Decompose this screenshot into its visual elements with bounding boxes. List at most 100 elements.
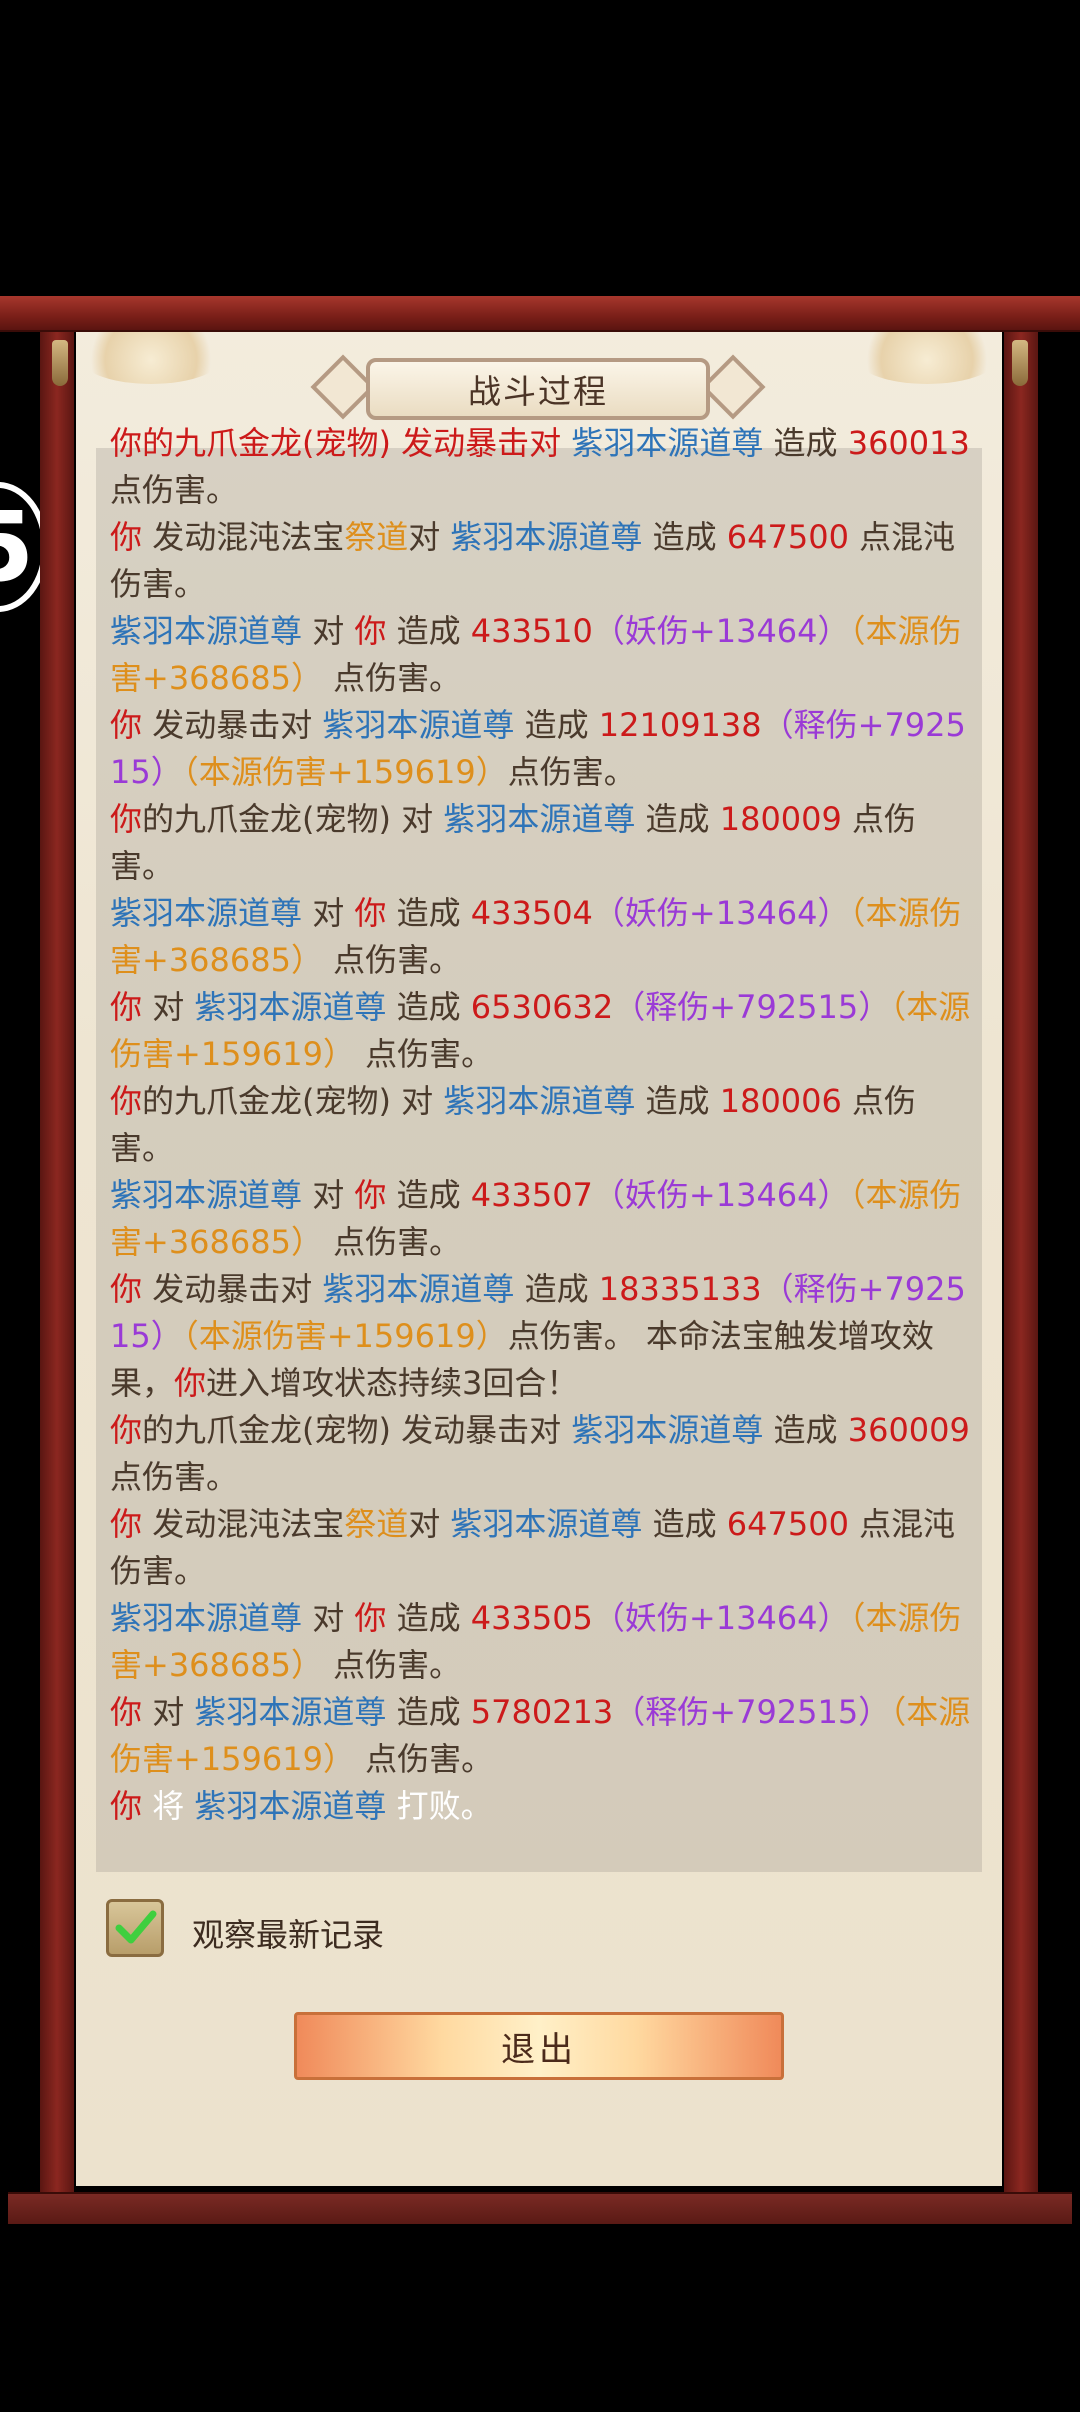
log-segment: 点伤害。 (507, 753, 636, 791)
log-segment: 将 (142, 1787, 195, 1825)
log-segment: 你 (110, 1787, 143, 1825)
log-segment: 紫羽本源道尊 (110, 894, 303, 932)
log-segment: 对 (142, 1693, 195, 1731)
battle-log-entry: 你 发动混沌法宝祭道对 紫羽本源道尊 造成 647500 点混沌伤害。 (110, 514, 978, 608)
log-segment: 造成 (642, 518, 727, 556)
battle-log-entry: 紫羽本源道尊 对 你 造成 433505（妖伤+13464）（本源伤害+3686… (110, 1595, 978, 1689)
log-segment: 紫羽本源道尊 (571, 1411, 764, 1449)
log-segment: 对 (302, 1599, 355, 1637)
battle-log-entry: 你 发动暴击对 紫羽本源道尊 造成 12109138（释伤+792515）（本源… (110, 702, 978, 796)
log-segment: 紫羽本源道尊 (443, 1082, 636, 1120)
title-plate: 战斗过程 (310, 354, 766, 426)
log-segment: 你 (110, 988, 143, 1026)
scroll-top-rod (0, 296, 1080, 332)
window-title: 战斗过程 (366, 358, 710, 420)
log-segment: 紫羽本源道尊 (322, 706, 515, 744)
battle-log-entry: 你 对 紫羽本源道尊 造成 6530632（释伤+792515）（本源伤害+15… (110, 984, 978, 1078)
log-segment: 紫羽本源道尊 (194, 1787, 387, 1825)
log-segment: 180006 (719, 1082, 842, 1120)
cloud-ornament-right (852, 324, 1002, 384)
log-segment: 你 (110, 1270, 143, 1308)
battle-log[interactable]: 你的九爪金龙(宠物) 发动暴击对 紫羽本源道尊 造成 360013 点伤害。你 … (96, 424, 982, 1872)
log-segment: （妖伤+13464） (592, 894, 850, 932)
log-segment: （妖伤+13464） (592, 612, 850, 650)
battle-log-entry: 你 将 紫羽本源道尊 打败。 (110, 1783, 978, 1830)
log-segment: 点伤害。 (110, 1458, 239, 1496)
log-segment: 点伤害。 (322, 941, 462, 979)
follow-latest-checkbox[interactable] (106, 1899, 164, 1957)
tassel-right (1012, 340, 1028, 386)
log-segment: 紫羽本源道尊 (110, 612, 303, 650)
log-segment: （本源伤害+159619） (182, 753, 508, 791)
log-segment: 进入增攻状态持续3回合！ (206, 1364, 579, 1402)
log-segment: 你 (354, 1599, 387, 1637)
battle-log-entry: 你的九爪金龙(宠物) 对 紫羽本源道尊 造成 180006 点伤害。 (110, 1078, 978, 1172)
log-segment: 点伤害。 (322, 659, 462, 697)
log-segment: 造成 (763, 1411, 848, 1449)
log-segment: 紫羽本源道尊 (450, 1505, 643, 1543)
log-segment: 造成 (642, 1505, 727, 1543)
scroll-right-rod (1004, 326, 1038, 2196)
battle-log-entry: 你 发动混沌法宝祭道对 紫羽本源道尊 造成 647500 点混沌伤害。 (110, 1501, 978, 1595)
log-segment: 对 (302, 612, 355, 650)
log-segment: 造成 (763, 424, 848, 462)
log-segment: 紫羽本源道尊 (443, 800, 636, 838)
log-segment: 紫羽本源道尊 (571, 424, 764, 462)
log-segment: 点伤害。 (322, 1223, 462, 1261)
exit-button[interactable]: 退出 (294, 2012, 784, 2080)
log-segment: 紫羽本源道尊 (450, 518, 643, 556)
battle-log-entry: 紫羽本源道尊 对 你 造成 433504（妖伤+13464）（本源伤害+3686… (110, 890, 978, 984)
log-segment: 点伤害。 (322, 1646, 462, 1684)
log-segment: 打败。 (386, 1787, 493, 1825)
log-segment: 点伤害。 (354, 1035, 494, 1073)
log-segment: 你 (110, 706, 143, 744)
log-segment: 你 (110, 800, 143, 838)
log-segment: 的九爪金龙(宠物) 发动暴击对 (142, 1411, 572, 1449)
log-segment: 的九爪金龙(宠物) 对 (142, 1082, 444, 1120)
log-segment: （释伤+792515） (613, 988, 891, 1026)
log-segment: 433504 (470, 894, 593, 932)
log-segment: 祭道 (344, 1505, 409, 1543)
log-segment: 造成 (386, 1599, 471, 1637)
log-segment: （释伤+792515） (613, 1693, 891, 1731)
scroll-left-rod (40, 326, 74, 2196)
log-segment: 433505 (470, 1599, 593, 1637)
log-segment: 造成 (514, 1270, 599, 1308)
log-segment: 造成 (386, 1176, 471, 1214)
log-segment: 6530632 (470, 988, 614, 1026)
log-segment: （妖伤+13464） (592, 1176, 850, 1214)
cloud-ornament-left (76, 324, 226, 384)
log-segment: 点伤害。 (354, 1740, 494, 1778)
log-segment: 12109138 (598, 706, 762, 744)
log-segment: 你 (174, 1364, 207, 1402)
log-segment: 造成 (386, 894, 471, 932)
log-segment: 对 (408, 1505, 451, 1543)
log-segment: 发动混沌法宝 (142, 1505, 345, 1543)
log-segment: （妖伤+13464） (592, 1599, 850, 1637)
log-segment: 你 (110, 1411, 143, 1449)
log-segment: 360009 (847, 1411, 970, 1449)
log-segment: 你 (354, 1176, 387, 1214)
log-segment: 433507 (470, 1176, 593, 1214)
log-segment: 点伤害。 (110, 471, 239, 509)
title-ornament-right (700, 354, 766, 420)
battle-log-entry: 你的九爪金龙(宠物) 发动暴击对 紫羽本源道尊 造成 360009 点伤害。 (110, 1407, 978, 1501)
follow-latest-label: 观察最新记录 (192, 1916, 385, 1954)
log-segment: 5780213 (470, 1693, 614, 1731)
log-segment: 造成 (514, 706, 599, 744)
log-segment: （本源伤害+159619） (182, 1317, 508, 1355)
log-segment: 你 (110, 1082, 143, 1120)
log-segment: 紫羽本源道尊 (322, 1270, 515, 1308)
log-segment: 紫羽本源道尊 (194, 1693, 387, 1731)
log-segment: 你 (354, 612, 387, 650)
log-segment: 造成 (635, 800, 720, 838)
battle-log-entry: 你的九爪金龙(宠物) 发动暴击对 紫羽本源道尊 造成 360013 点伤害。 (110, 420, 978, 514)
log-segment: 造成 (386, 988, 471, 1026)
log-segment: 对 (302, 894, 355, 932)
log-segment: 360013 (847, 424, 970, 462)
log-segment: 你 (110, 1505, 143, 1543)
log-segment: 对 (408, 518, 451, 556)
log-segment: 祭道 (344, 518, 409, 556)
log-segment: 紫羽本源道尊 (194, 988, 387, 1026)
log-segment: 你的九爪金龙(宠物) 发动暴击对 (110, 424, 572, 462)
